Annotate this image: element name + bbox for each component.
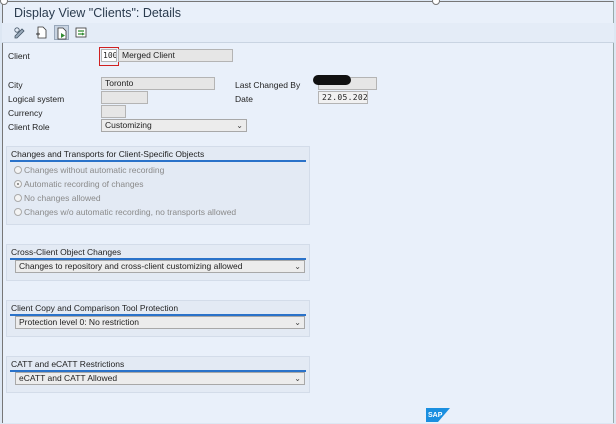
radio-button[interactable] [14, 207, 22, 216]
radio-button[interactable] [14, 193, 22, 202]
chevron-down-icon: ⌄ [294, 374, 301, 383]
new-entries-icon [36, 26, 47, 39]
sap-logo-text: SAP [428, 412, 443, 419]
details-icon [57, 27, 67, 40]
sap-logo-icon: SAP [426, 408, 450, 422]
cross-client-dropdown[interactable]: Changes to repository and cross-client c… [15, 260, 305, 273]
currency-field[interactable] [101, 105, 126, 118]
radio-option-no-changes[interactable]: No changes allowed [14, 192, 101, 204]
changes-transports-group: Changes and Transports for Client-Specif… [6, 146, 310, 225]
client-name-field[interactable]: Merged Client [118, 49, 233, 62]
radio-option-auto-recording[interactable]: Automatic recording of changes [14, 178, 144, 190]
transport-icon [75, 27, 87, 38]
chevron-down-icon: ⌄ [294, 318, 301, 327]
group-underline [10, 160, 306, 162]
client-role-dropdown[interactable]: Customizing ⌄ [101, 119, 247, 132]
client-label: Client [8, 51, 30, 61]
radio-label: Changes without automatic recording [24, 165, 165, 175]
cross-client-group: Cross-Client Object Changes Changes to r… [6, 244, 310, 281]
catt-restrictions-title: CATT and eCATT Restrictions [11, 359, 125, 369]
client-role-label: Client Role [8, 122, 50, 132]
currency-label: Currency [8, 108, 43, 118]
cross-client-value: Changes to repository and cross-client c… [19, 261, 243, 271]
city-field[interactable]: Toronto [101, 77, 215, 90]
transport-button[interactable] [74, 25, 89, 40]
sap-window: Display View "Clients": Details Client 1… [0, 0, 616, 424]
city-label: City [8, 80, 23, 90]
date-field[interactable]: 22.05.2020 [318, 91, 368, 104]
client-copy-protection-group: Client Copy and Comparison Tool Protecti… [6, 300, 310, 337]
radio-option-no-transports[interactable]: Changes w/o automatic recording, no tran… [14, 206, 236, 218]
client-role-value: Customizing [105, 120, 152, 130]
redacted-username [313, 75, 351, 85]
protection-level-value: Protection level 0: No restriction [19, 317, 139, 327]
radio-button-selected[interactable] [14, 179, 22, 188]
application-toolbar [2, 23, 614, 43]
display-change-icon [14, 27, 25, 39]
display-change-button[interactable] [12, 25, 27, 40]
chevron-down-icon: ⌄ [294, 262, 301, 271]
cross-client-title: Cross-Client Object Changes [11, 247, 122, 257]
client-code-field[interactable]: 100 [101, 49, 117, 62]
logical-system-label: Logical system [8, 94, 65, 104]
radio-label: No changes allowed [24, 193, 101, 203]
protection-level-dropdown[interactable]: Protection level 0: No restriction ⌄ [15, 316, 305, 329]
radio-label: Changes w/o automatic recording, no tran… [24, 207, 237, 217]
radio-button[interactable] [14, 165, 22, 174]
chevron-down-icon: ⌄ [236, 121, 243, 130]
details-button[interactable] [54, 25, 69, 40]
new-entries-button[interactable] [34, 25, 49, 40]
window-title: Display View "Clients": Details [14, 6, 182, 20]
date-label: Date [235, 94, 253, 104]
radio-label: Automatic recording of changes [24, 179, 144, 189]
last-changed-by-label: Last Changed By [235, 80, 301, 90]
logical-system-field[interactable] [101, 91, 148, 104]
catt-restrictions-group: CATT and eCATT Restrictions eCATT and CA… [6, 356, 310, 393]
client-copy-protection-title: Client Copy and Comparison Tool Protecti… [11, 303, 179, 313]
radio-option-no-auto-recording[interactable]: Changes without automatic recording [14, 164, 164, 176]
catt-restrictions-dropdown[interactable]: eCATT and CATT Allowed ⌄ [15, 372, 305, 385]
catt-restrictions-value: eCATT and CATT Allowed [19, 373, 118, 383]
changes-transports-title: Changes and Transports for Client-Specif… [11, 149, 205, 159]
